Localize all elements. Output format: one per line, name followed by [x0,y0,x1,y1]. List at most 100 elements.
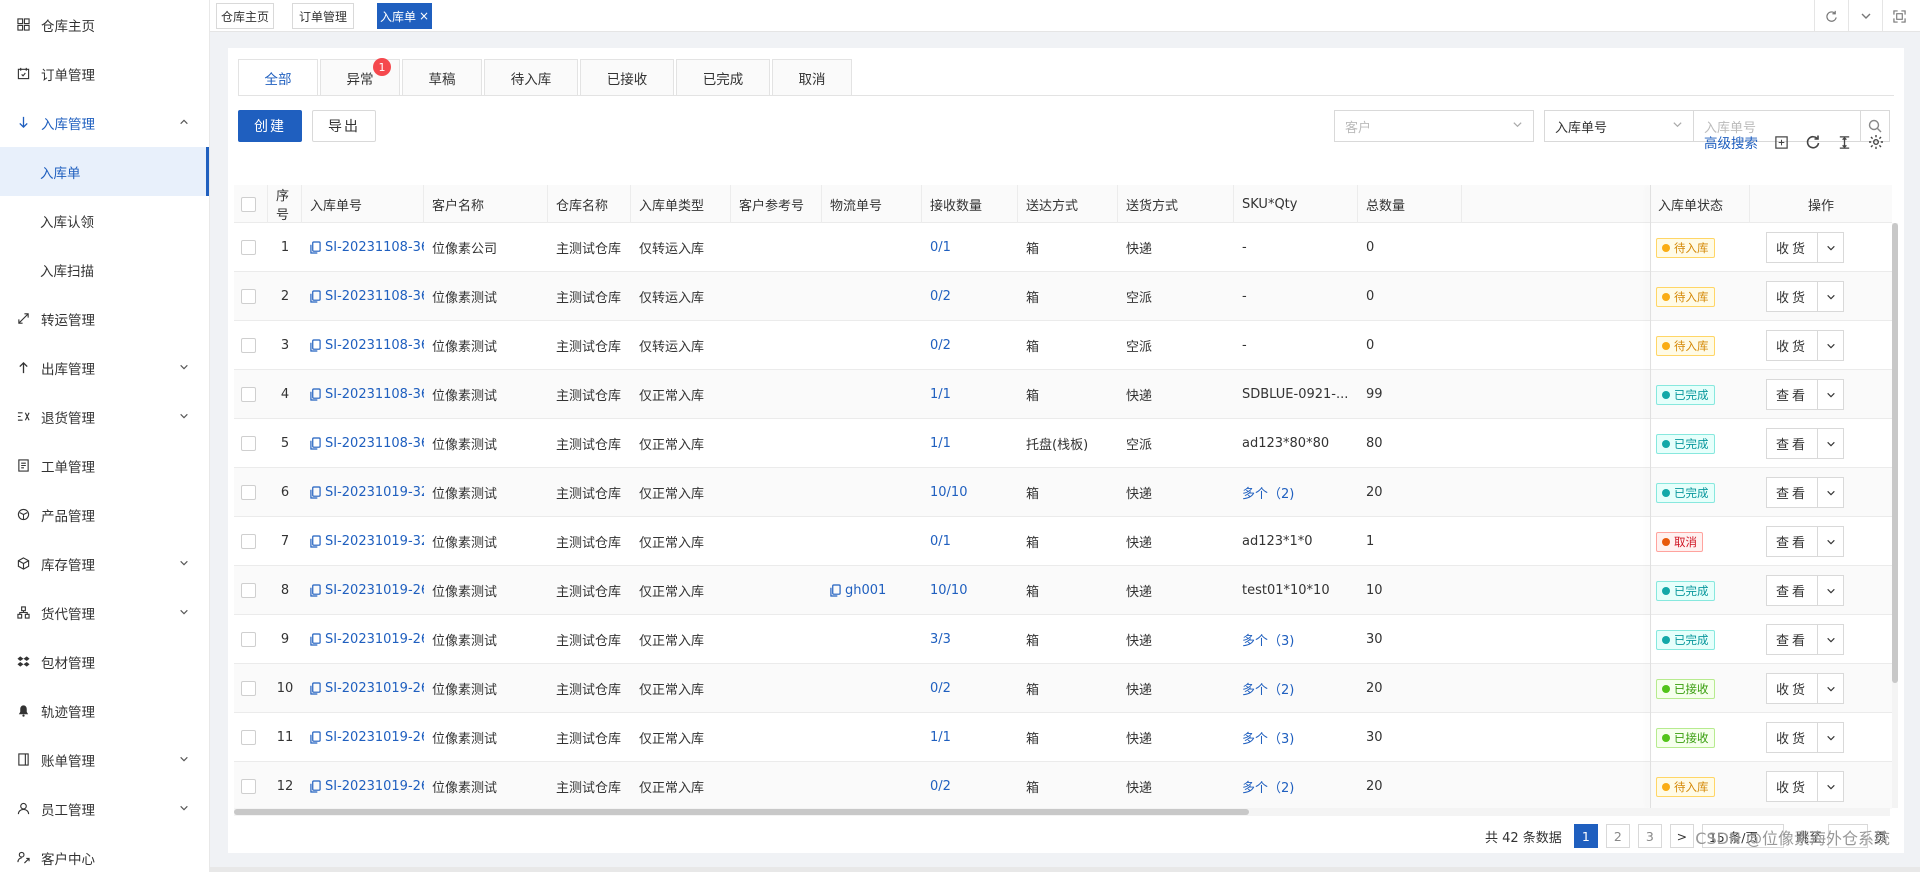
copy-icon[interactable] [310,682,321,695]
table-row[interactable]: 1 SI-20231108-3692 位像素公司 主测试仓库 仅转运入库 0/1 箱 快递 - 0… [234,223,1892,272]
chevron-down-icon[interactable] [1817,575,1844,606]
table-row[interactable]: 9 SI-20231019-2618 位像素测试 主测试仓库 仅正常入库 3/3 箱 快递 多个… [234,615,1892,664]
sidebar-item-11[interactable]: 库存管理 [0,539,209,588]
chevron-down-icon[interactable] [1817,526,1844,557]
received-qty-link[interactable]: 3/3 [930,632,951,647]
order-number-link[interactable]: SI-20231019-3212 [325,534,424,549]
copy-icon[interactable] [310,290,321,303]
row-checkbox[interactable] [241,338,256,353]
sidebar-item-9[interactable]: 工单管理 [0,441,209,490]
search-type-select[interactable]: 入库单号 [1544,110,1694,142]
tab-0[interactable]: 全部 [238,59,318,96]
received-qty-link[interactable]: 0/1 [930,240,951,255]
tab-4[interactable]: 已接收 [580,59,674,96]
column-height-icon[interactable] [1837,135,1852,150]
row-action-button[interactable]: 查看 [1766,428,1818,459]
row-checkbox[interactable] [241,240,256,255]
cell-order[interactable]: SI-20231108-3690 [302,370,424,419]
sidebar-item-7[interactable]: 出库管理 [0,343,209,392]
chevron-down-icon[interactable] [1817,428,1844,459]
vertical-scrollbar-thumb[interactable] [1892,223,1898,683]
table-row[interactable]: 2 SI-20231108-3691 位像素测试 主测试仓库 仅转运入库 0/2 箱 空派 - 0… [234,272,1892,321]
row-action-button[interactable]: 查看 [1766,575,1818,606]
row-checkbox[interactable] [241,436,256,451]
cell-order[interactable]: SI-20231019-2616 [302,713,424,762]
table-row[interactable]: 3 SI-20231108-3691 位像素测试 主测试仓库 仅转运入库 0/2 箱 空派 - 0… [234,321,1892,370]
sidebar-item-2[interactable]: 入库管理 [0,98,209,147]
customer-select[interactable]: 客户 [1334,110,1534,142]
page-3-button[interactable]: 3 [1637,824,1662,848]
export-button[interactable]: 导出 [312,110,376,142]
copy-icon[interactable] [310,437,321,450]
advanced-search-link[interactable]: 高级搜索 [1704,132,1758,152]
chevron-down-icon[interactable] [1817,232,1844,263]
cell-order[interactable]: SI-20231108-3691 [302,321,424,370]
next-page-button[interactable]: > [1669,824,1694,848]
chevron-down-icon[interactable] [1817,477,1844,508]
cell-order[interactable]: SI-20231108-3691 [302,272,424,321]
sidebar-item-1[interactable]: 订单管理 [0,49,209,98]
received-qty-link[interactable]: 0/2 [930,289,951,304]
row-action-button[interactable]: 收货 [1766,232,1818,263]
row-checkbox[interactable] [241,485,256,500]
sidebar-item-6[interactable]: 转运管理 [0,294,209,343]
table-row[interactable]: 8 SI-20231019-2619 位像素测试 主测试仓库 仅正常入库 gh001 10/… [234,566,1892,615]
row-checkbox[interactable] [241,730,256,745]
chevron-down-icon[interactable] [1817,330,1844,361]
sidebar-item-14[interactable]: 轨迹管理 [0,686,209,735]
chevron-down-icon[interactable] [1848,0,1882,32]
horizontal-scrollbar[interactable] [234,808,1890,816]
order-number-link[interactable]: SI-20231108-3692 [325,240,424,255]
table-row[interactable]: 10 SI-20231019-2617 位像素测试 主测试仓库 仅正常入库 0/2 箱 快递 多… [234,664,1892,713]
received-qty-link[interactable]: 10/10 [930,583,967,598]
row-checkbox[interactable] [241,681,256,696]
row-action-button[interactable]: 收货 [1766,722,1818,753]
cell-order[interactable]: SI-20231019-3213 [302,468,424,517]
row-checkbox[interactable] [241,387,256,402]
order-number-link[interactable]: SI-20231019-3213 [325,485,424,500]
row-checkbox[interactable] [241,534,256,549]
order-number-link[interactable]: SI-20231108-3691 [325,338,424,353]
copy-icon[interactable] [310,780,321,793]
page-2-button[interactable]: 2 [1605,824,1630,848]
table-row[interactable]: 11 SI-20231019-2616 位像素测试 主测试仓库 仅正常入库 1/1 箱 快递 多… [234,713,1892,762]
sidebar-item-3[interactable]: 入库单 [0,147,209,196]
copy-icon[interactable] [310,241,321,254]
sidebar-item-0[interactable]: 仓库主页 [0,0,209,49]
sku-multi-link[interactable]: 多个（2) [1242,679,1294,698]
order-number-link[interactable]: SI-20231019-2616 [325,730,424,745]
select-all-checkbox[interactable] [241,196,256,212]
sku-multi-link[interactable]: 多个（2) [1242,777,1294,796]
tab-5[interactable]: 已完成 [676,59,770,96]
row-action-button[interactable]: 收货 [1766,281,1818,312]
order-number-link[interactable]: SI-20231019-2615 [325,779,424,794]
tab-6[interactable]: 取消 [772,59,852,96]
settings-icon[interactable] [1868,134,1884,150]
copy-icon[interactable] [310,535,321,548]
copy-icon[interactable] [310,731,321,744]
cell-order[interactable]: SI-20231019-2617 [302,664,424,713]
cell-tracking[interactable]: gh001 [822,566,922,615]
row-action-button[interactable]: 查看 [1766,624,1818,655]
cell-order[interactable]: SI-20231019-2619 [302,566,424,615]
tracking-number-link[interactable]: gh001 [845,583,886,598]
row-action-button[interactable]: 查看 [1766,379,1818,410]
table-row[interactable]: 12 SI-20231019-2615 位像素测试 主测试仓库 仅正常入库 0/2 箱 快递 多… [234,762,1892,809]
row-checkbox[interactable] [241,289,256,304]
fullscreen-icon[interactable] [1882,0,1916,32]
cell-order[interactable]: SI-20231108-3685 [302,419,424,468]
sidebar-item-10[interactable]: 产品管理 [0,490,209,539]
row-action-button[interactable]: 收货 [1766,673,1818,704]
copy-icon[interactable] [830,584,841,597]
order-number-link[interactable]: SI-20231019-2617 [325,681,424,696]
sidebar-item-5[interactable]: 入库扫描 [0,245,209,294]
row-action-button[interactable]: 查看 [1766,526,1818,557]
chevron-down-icon[interactable] [1817,624,1844,655]
chevron-down-icon[interactable] [1817,673,1844,704]
row-checkbox[interactable] [241,583,256,598]
cell-order[interactable]: SI-20231019-3212 [302,517,424,566]
row-action-button[interactable]: 查看 [1766,477,1818,508]
received-qty-link[interactable]: 0/2 [930,779,951,794]
order-number-link[interactable]: SI-20231019-2619 [325,583,424,598]
close-icon[interactable]: × [419,9,429,23]
